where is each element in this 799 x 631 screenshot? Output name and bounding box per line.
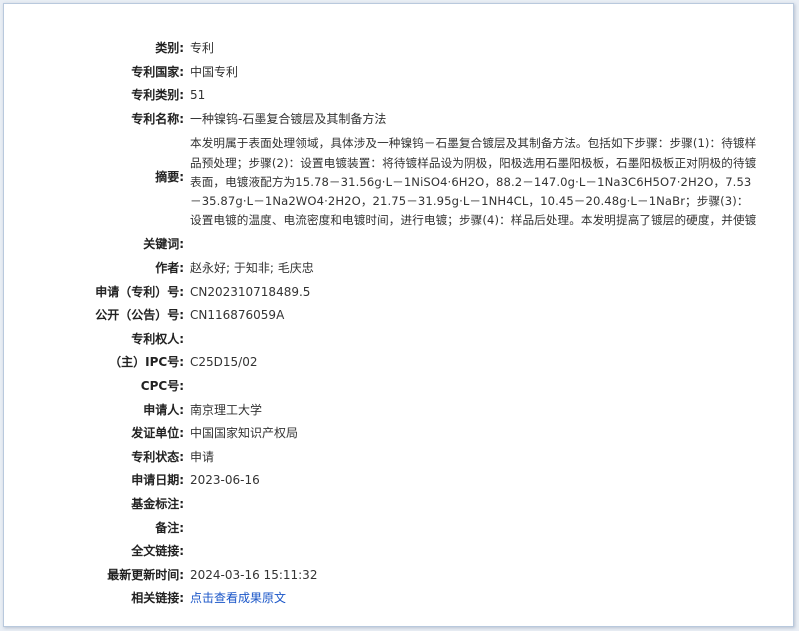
- publication-no-label: 公开（公告）号:: [95, 308, 184, 323]
- row-application-no: 申请（专利）号: CN202310718489.5: [4, 281, 793, 305]
- application-date-value: 2023-06-16: [190, 473, 260, 488]
- patent-detail-panel: 类别: 专利 专利国家: 中国专利 专利类别: 51 专利名称: 一种镍钨-石墨…: [3, 3, 794, 627]
- field-list: 类别: 专利 专利国家: 中国专利 专利类别: 51 专利名称: 一种镍钨-石墨…: [4, 37, 793, 611]
- row-applicant: 申请人: 南京理工大学: [4, 399, 793, 423]
- publication-no-value: CN116876059A: [190, 308, 285, 323]
- application-no-value: CN202310718489.5: [190, 284, 311, 299]
- name-value: 一种镍钨-石墨复合镀层及其制备方法: [190, 111, 387, 126]
- cpc-label: CPC号:: [140, 378, 184, 393]
- row-remarks: 备注:: [4, 517, 793, 541]
- ipc-label: （主）IPC号:: [109, 355, 184, 370]
- last-updated-label: 最新更新时间:: [107, 567, 184, 582]
- row-cpc: CPC号:: [4, 375, 793, 399]
- patent-class-label: 专利类别:: [131, 88, 184, 103]
- status-value: 申请: [190, 449, 215, 464]
- authors-label: 作者:: [155, 260, 184, 275]
- applicant-label: 申请人:: [143, 402, 184, 417]
- row-issuer: 发证单位: 中国国家知识产权局: [4, 422, 793, 446]
- country-label: 专利国家:: [131, 64, 184, 79]
- applicant-value: 南京理工大学: [190, 402, 263, 417]
- row-name: 专利名称: 一种镍钨-石墨复合镀层及其制备方法: [4, 108, 793, 132]
- row-country: 专利国家: 中国专利: [4, 61, 793, 85]
- remarks-label: 备注:: [155, 520, 184, 535]
- country-value: 中国专利: [190, 64, 239, 79]
- patent-class-value: 51: [190, 88, 206, 103]
- related-link-label: 相关链接:: [131, 591, 184, 606]
- issuer-value: 中国国家知识产权局: [190, 426, 299, 441]
- row-related-link: 相关链接: 点击查看成果原文: [4, 587, 793, 611]
- funding-label: 基金标注:: [131, 496, 184, 511]
- row-type: 类别: 专利: [4, 37, 793, 61]
- type-value: 专利: [190, 41, 215, 55]
- keywords-label: 关键词:: [143, 237, 184, 252]
- row-application-date: 申请日期: 2023-06-16: [4, 469, 793, 493]
- abstract-label: 摘要:: [155, 170, 184, 185]
- application-no-label: 申请（专利）号:: [95, 284, 184, 299]
- type-label: 类别:: [155, 41, 184, 55]
- row-authors: 作者: 赵永好; 于知非; 毛庆忠: [4, 257, 793, 281]
- row-funding: 基金标注:: [4, 493, 793, 517]
- patentee-label: 专利权人:: [131, 331, 184, 346]
- row-ipc: （主）IPC号: C25D15/02: [4, 351, 793, 375]
- authors-value: 赵永好; 于知非; 毛庆忠: [190, 260, 314, 275]
- row-last-updated: 最新更新时间: 2024-03-16 15:11:32: [4, 564, 793, 588]
- status-label: 专利状态:: [131, 449, 184, 464]
- row-patentee: 专利权人:: [4, 328, 793, 352]
- ipc-value: C25D15/02: [190, 355, 258, 370]
- row-keywords: 关键词:: [4, 233, 793, 257]
- row-status: 专利状态: 申请: [4, 446, 793, 470]
- row-fulltext-link: 全文链接:: [4, 540, 793, 564]
- issuer-label: 发证单位:: [131, 426, 184, 441]
- view-original-link[interactable]: 点击查看成果原文: [190, 591, 286, 605]
- abstract-text: 本发明属于表面处理领域，具体涉及一种镍钨－石墨复合镀层及其制备方法。包括如下步骤…: [190, 136, 757, 228]
- name-label: 专利名称:: [131, 111, 184, 126]
- application-date-label: 申请日期:: [131, 473, 184, 488]
- row-patent-class: 专利类别: 51: [4, 84, 793, 108]
- last-updated-value: 2024-03-16 15:11:32: [190, 567, 318, 582]
- row-publication-no: 公开（公告）号: CN116876059A: [4, 304, 793, 328]
- related-link-wrapper: 点击查看成果原文: [190, 587, 765, 611]
- fulltext-link-label: 全文链接:: [131, 544, 184, 559]
- row-abstract: 摘要: 本发明属于表面处理领域，具体涉及一种镍钨－石墨复合镀层及其制备方法。包括…: [4, 131, 793, 233]
